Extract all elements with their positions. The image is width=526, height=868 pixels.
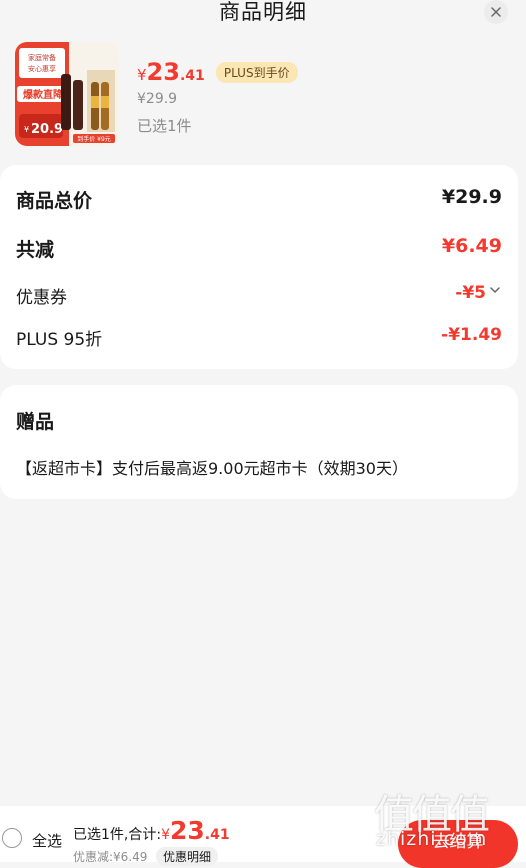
checkout-bar: 全选 已选1件,合计:¥23.41 优惠减:¥6.49 优惠明细 去结算 [0, 806, 526, 868]
page-title: 商品明细 [219, 0, 307, 24]
gift-description: 【返超市卡】支付后最高返9.00元超市卡（效期30天） [16, 459, 408, 478]
thumb-price: 20.9 [31, 122, 63, 137]
selected-count: 已选1件 [137, 117, 192, 135]
checkout-button[interactable]: 去结算 [398, 820, 518, 868]
close-button[interactable] [484, 0, 508, 24]
order-total: 已选1件,合计:¥23.41 [73, 816, 230, 845]
gift-title: 赠品 [16, 411, 55, 433]
coupon-value: -¥5 [455, 283, 486, 303]
current-price: ¥23.41 [137, 58, 205, 86]
coupon-row[interactable]: 优惠券 -¥5 [16, 283, 502, 313]
gift-card: 赠品 【返超市卡】支付后最高返9.00元超市卡（效期30天） [0, 385, 518, 499]
total-price-label: 商品总价 [16, 190, 93, 212]
product-image[interactable]: 家庭常备 安心惠享 爆款直降 ¥ 20.9 到手价 ¥9元 [15, 42, 119, 146]
thumb-banner: 爆款直降 [23, 88, 64, 101]
close-icon [491, 7, 501, 17]
thumb-price-prefix: ¥ [24, 125, 29, 134]
discount-detail-button[interactable]: 优惠明细 [156, 847, 219, 866]
coupon-label: 优惠券 [16, 288, 67, 308]
product-card: 家庭常备 安心惠享 爆款直降 ¥ 20.9 到手价 ¥9元 ¥23.41 PLU… [15, 42, 515, 150]
total-price-value: ¥29.9 [441, 186, 502, 208]
thumb-badge-bottom: 安心惠享 [28, 64, 56, 73]
header: 商品明细 [0, 0, 526, 30]
chevron-down-icon [490, 287, 500, 294]
total-price-row: 商品总价 ¥29.9 [16, 186, 502, 216]
price-block: ¥23.41 PLUS到手价 [137, 58, 298, 86]
plus-discount-row: PLUS 95折 -¥1.49 [16, 325, 502, 355]
thumb-badge-top: 家庭常备 [28, 53, 56, 62]
discount-label: 共减 [16, 239, 55, 261]
select-all-checkbox[interactable] [2, 828, 22, 848]
plus-discount-label: PLUS 95折 [16, 330, 103, 350]
thumb-coupon: 到手价 ¥9元 [77, 135, 111, 143]
saved-amount: 优惠减:¥6.49 [73, 850, 148, 864]
original-price: ¥29.9 [137, 91, 178, 107]
discount-value: ¥6.49 [441, 235, 502, 257]
plus-discount-value: -¥1.49 [441, 325, 502, 345]
discount-row: 共减 ¥6.49 [16, 235, 502, 265]
coupon-value-wrap[interactable]: -¥5 [455, 283, 502, 303]
plus-price-tag: PLUS到手价 [215, 62, 298, 83]
select-all-label[interactable]: 全选 [32, 830, 62, 851]
price-summary-card: 商品总价 ¥29.9 共减 ¥6.49 优惠券 -¥5 PLUS 95折 -¥1… [0, 165, 518, 369]
